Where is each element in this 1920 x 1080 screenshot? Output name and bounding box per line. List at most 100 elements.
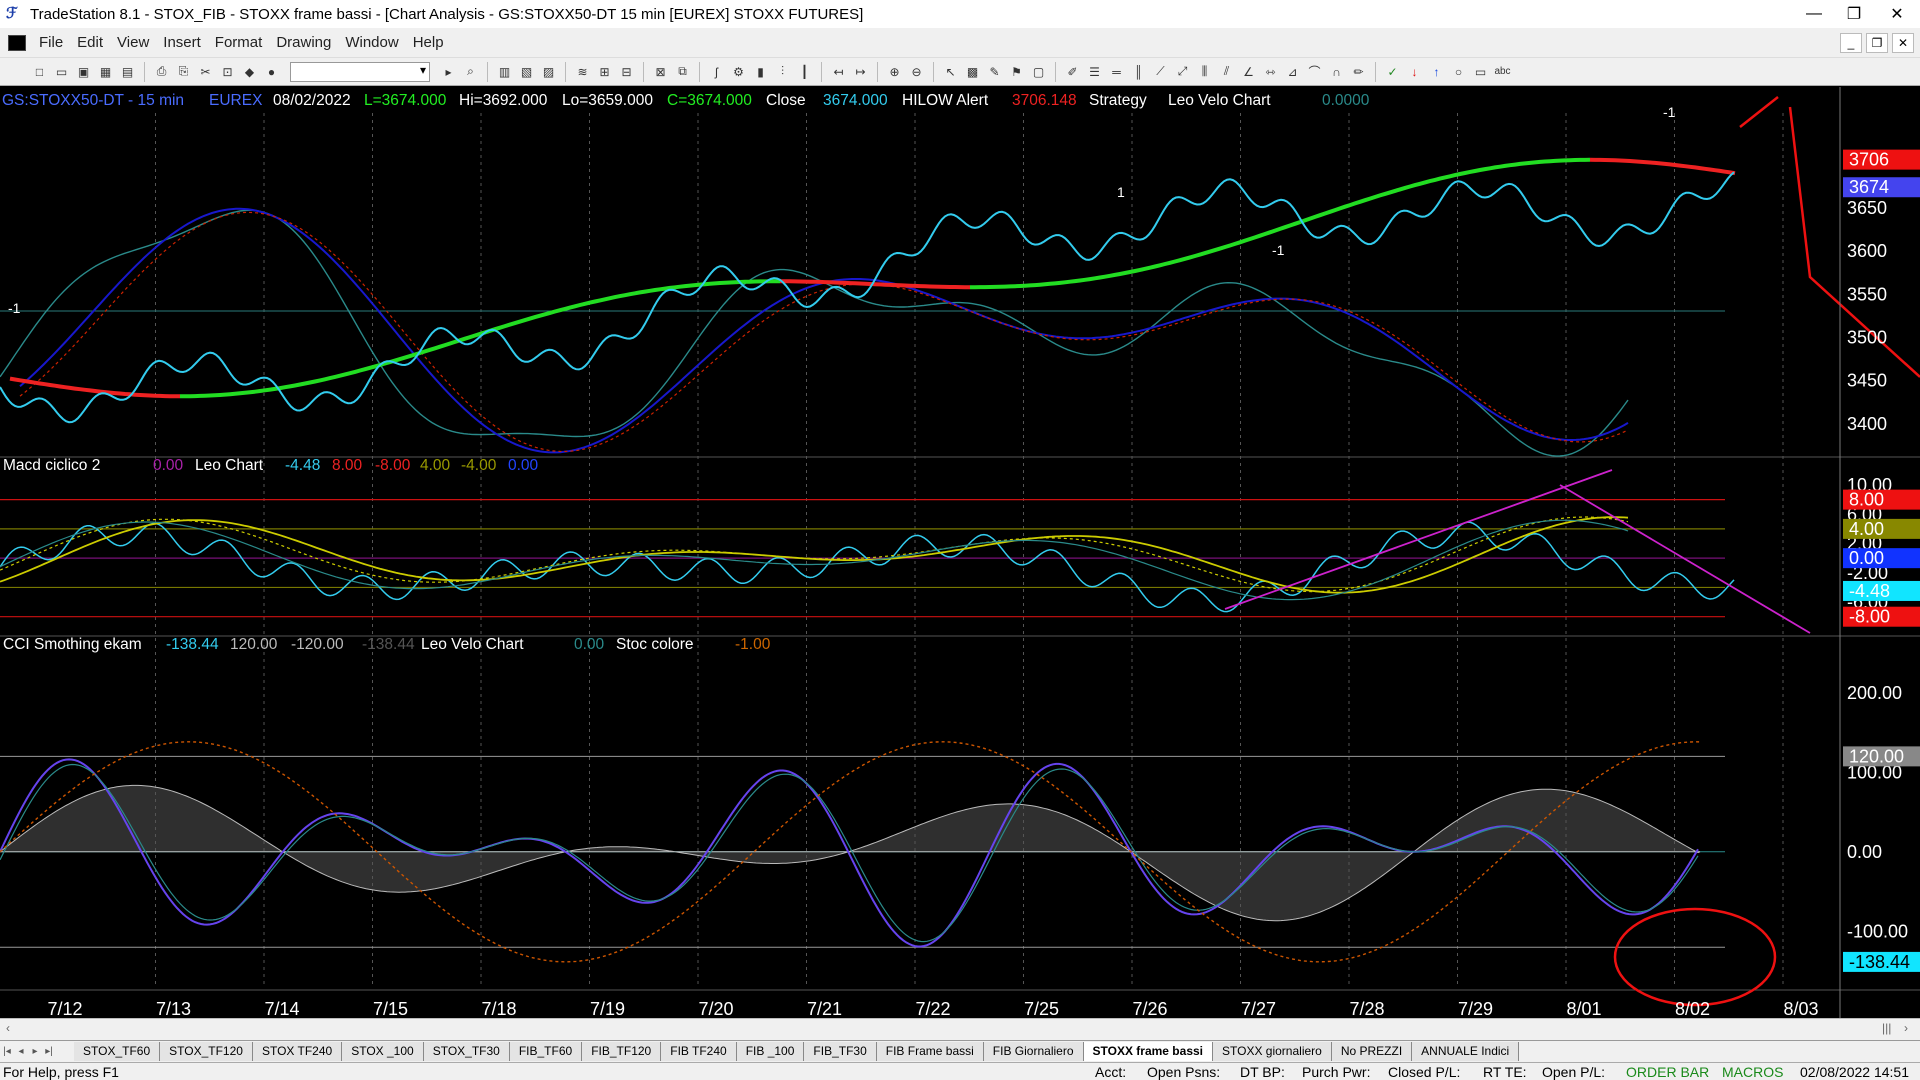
- rectangle-icon[interactable]: ▭: [1471, 62, 1490, 81]
- macros-button[interactable]: MACROS: [1722, 1064, 1783, 1080]
- snapshot-icon[interactable]: ▢: [1029, 62, 1048, 81]
- tab-last-icon[interactable]: ▸|: [42, 1046, 56, 1057]
- order-bar-button[interactable]: ORDER BAR: [1626, 1064, 1709, 1080]
- workspace-tab[interactable]: STOX _100: [342, 1042, 424, 1061]
- workspace-tab[interactable]: FIB_TF120: [582, 1042, 662, 1061]
- mdi-minimize-icon[interactable]: _: [1840, 32, 1862, 53]
- trendline-list-icon[interactable]: ☰: [1085, 62, 1104, 81]
- menu-insert[interactable]: Insert: [156, 34, 208, 51]
- restore-icon[interactable]: ❐: [1834, 0, 1874, 28]
- data-window-icon[interactable]: ▩: [963, 62, 982, 81]
- workspace-icon[interactable]: ⊠: [651, 62, 670, 81]
- chart-icon[interactable]: ▥: [495, 62, 514, 81]
- workspace-tab[interactable]: No PREZZI: [1331, 1042, 1413, 1061]
- down-arrow-icon[interactable]: ↓: [1405, 62, 1424, 81]
- minimize-icon[interactable]: —: [1794, 0, 1834, 28]
- open-workspace-icon[interactable]: ▣: [74, 62, 93, 81]
- tab-next-icon[interactable]: ▸: [28, 1046, 42, 1057]
- lock-icon[interactable]: ⊡: [218, 62, 237, 81]
- save-icon[interactable]: ▦: [96, 62, 115, 81]
- shapes-icon[interactable]: ◆: [240, 62, 259, 81]
- date-label: 08/02/2022: [273, 92, 351, 109]
- menu-file[interactable]: File: [32, 34, 70, 51]
- text-icon[interactable]: abc: [1493, 62, 1512, 81]
- vertical-lines-icon[interactable]: ║: [1129, 62, 1148, 81]
- menu-format[interactable]: Format: [208, 34, 270, 51]
- close-icon[interactable]: ✕: [1874, 0, 1920, 28]
- alert-icon[interactable]: ⚑: [1007, 62, 1026, 81]
- tab-prev-icon[interactable]: ◂: [14, 1046, 28, 1057]
- workspace-tab[interactable]: FIB TF240: [661, 1042, 737, 1061]
- chart-area[interactable]: GS:STOXX50-DT - 15 min EUREX 08/02/2022 …: [0, 87, 1920, 1018]
- strategy-icon[interactable]: ⚙: [729, 62, 748, 81]
- channel-icon[interactable]: ⫽: [1217, 62, 1236, 81]
- workspace-tab[interactable]: STOX_TF30: [423, 1042, 510, 1061]
- arc-icon[interactable]: ⌒: [1305, 62, 1324, 81]
- angle-icon[interactable]: ∠: [1239, 62, 1258, 81]
- pointer-icon[interactable]: ↖: [941, 62, 960, 81]
- ray-icon[interactable]: ⤢: [1173, 62, 1192, 81]
- workspace-tab[interactable]: ANNUALE Indici: [1412, 1042, 1520, 1061]
- workspace-tab[interactable]: STOXX frame bassi: [1083, 1042, 1213, 1061]
- workspace-tab[interactable]: FIB_TF60: [509, 1042, 583, 1061]
- trendline-icon[interactable]: ⟋: [1151, 62, 1170, 81]
- indicator-icon[interactable]: ʃ: [707, 62, 726, 81]
- menu-window[interactable]: Window: [338, 34, 405, 51]
- symbol-combo[interactable]: [290, 61, 430, 82]
- matrix-icon[interactable]: ▨: [539, 62, 558, 81]
- cycle-icon[interactable]: ∩: [1327, 62, 1346, 81]
- scroll-end-icon[interactable]: |||: [1882, 1021, 1891, 1035]
- new-icon[interactable]: □: [30, 62, 49, 81]
- bar-chart-icon[interactable]: ▮: [751, 62, 770, 81]
- scroll-right-arrow-icon[interactable]: ›: [1904, 1021, 1908, 1035]
- menu-drawing[interactable]: Drawing: [269, 34, 338, 51]
- scroll-left-arrow-icon[interactable]: ‹: [6, 1021, 10, 1035]
- horizontal-line-icon[interactable]: ═: [1107, 62, 1126, 81]
- radar-icon[interactable]: ▧: [517, 62, 536, 81]
- mdi-restore-icon[interactable]: ❐: [1866, 32, 1888, 53]
- ellipse-icon[interactable]: ○: [1449, 62, 1468, 81]
- pencil-icon[interactable]: ✐: [1063, 62, 1082, 81]
- workspace-tab[interactable]: FIB Giornaliero: [983, 1042, 1084, 1061]
- workspace-tab[interactable]: STOX TF240: [252, 1042, 343, 1061]
- optionstation-icon[interactable]: ⊞: [595, 62, 614, 81]
- zoom-in-icon[interactable]: ⊕: [885, 62, 904, 81]
- lookup-icon[interactable]: ⌕: [461, 62, 480, 81]
- print-icon[interactable]: ⎙: [152, 62, 171, 81]
- scroll-left-icon[interactable]: ↤: [829, 62, 848, 81]
- workspace-tab[interactable]: FIB_TF30: [804, 1042, 877, 1061]
- hotlist-icon[interactable]: ⊟: [617, 62, 636, 81]
- tab-first-icon[interactable]: |◂: [0, 1046, 14, 1057]
- candle-icon[interactable]: ┃: [795, 62, 814, 81]
- brush-icon[interactable]: ✏: [1349, 62, 1368, 81]
- macd-v6: -4.00: [461, 457, 497, 474]
- menu-help[interactable]: Help: [406, 34, 451, 51]
- workspace-tab[interactable]: FIB _100: [736, 1042, 805, 1061]
- chart-document-icon[interactable]: [8, 34, 26, 51]
- speed-line-icon[interactable]: ⇿: [1261, 62, 1280, 81]
- workspace-tab[interactable]: STOXX giornaliero: [1213, 1042, 1332, 1061]
- menu-edit[interactable]: Edit: [70, 34, 110, 51]
- scroll-right-icon[interactable]: ↦: [851, 62, 870, 81]
- check-icon[interactable]: ✓: [1383, 62, 1402, 81]
- go-icon[interactable]: ▸: [439, 62, 458, 81]
- up-arrow-icon[interactable]: ↑: [1427, 62, 1446, 81]
- save-all-icon[interactable]: ▤: [118, 62, 137, 81]
- cut-icon[interactable]: ✂: [196, 62, 215, 81]
- bar-style-icon[interactable]: ⫶: [773, 62, 792, 81]
- horizontal-scrollbar[interactable]: ‹ ||| ›: [0, 1018, 1920, 1040]
- tools-icon[interactable]: ✎: [985, 62, 1004, 81]
- gann-icon[interactable]: ⊿: [1283, 62, 1302, 81]
- color-icon[interactable]: ●: [262, 62, 281, 81]
- workspace-tab[interactable]: FIB Frame bassi: [876, 1042, 984, 1061]
- workspace-tab[interactable]: STOX_TF120: [160, 1042, 253, 1061]
- scanner-icon[interactable]: ≋: [573, 62, 592, 81]
- fib-icon[interactable]: ⫼: [1195, 62, 1214, 81]
- mdi-close-icon[interactable]: ✕: [1892, 32, 1914, 53]
- menu-view[interactable]: View: [110, 34, 156, 51]
- open-icon[interactable]: ▭: [52, 62, 71, 81]
- window-icon[interactable]: ⧉: [673, 62, 692, 81]
- zoom-out-icon[interactable]: ⊖: [907, 62, 926, 81]
- workspace-tab[interactable]: STOX_TF60: [74, 1042, 161, 1061]
- print-preview-icon[interactable]: ⎘: [174, 62, 193, 81]
